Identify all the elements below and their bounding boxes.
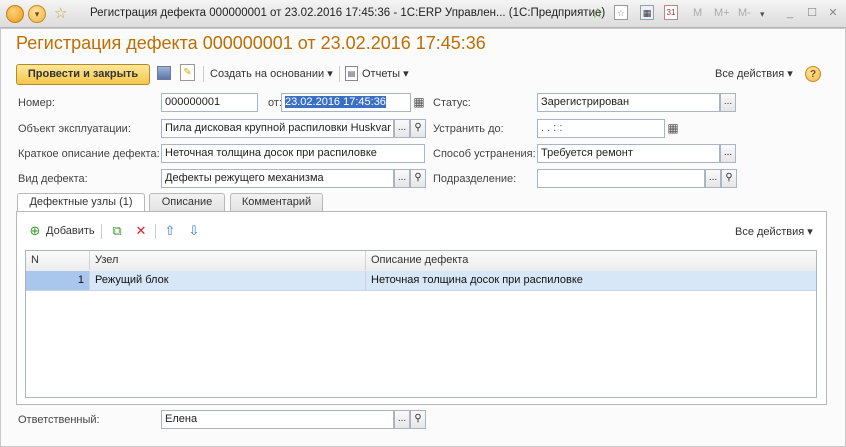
row-description-cell: Неточная толщина досок при распиловке [371, 274, 583, 286]
post-and-close-button[interactable]: Провести и закрыть [16, 64, 150, 85]
create-based-on-menu[interactable]: Создать на основании ▾ [210, 67, 333, 80]
memory-m-button[interactable]: M [693, 7, 702, 19]
move-down-icon[interactable]: ⇩ [186, 223, 202, 239]
object-input[interactable]: Пила дисковая крупной распиловки Huskvar [161, 119, 394, 138]
defect-type-input[interactable]: Дефекты режущего механизма [161, 169, 394, 188]
object-select-button[interactable]: ... [394, 119, 410, 138]
column-header-n[interactable]: N [26, 251, 90, 270]
row-number-cell: 1 [26, 271, 90, 290]
fix-until-label: Устранить до: [433, 123, 504, 135]
date-input[interactable]: 23.02.2016 17:45:36 [281, 93, 411, 112]
window-title: Регистрация дефекта 000000001 от 23.02.2… [90, 7, 606, 19]
post-document-icon[interactable]: ✎ [180, 64, 195, 81]
short-description-input[interactable]: Неточная толщина досок при распиловке [161, 144, 425, 163]
table-all-actions-label: Все действия [735, 226, 805, 238]
reports-icon: ▤ [345, 66, 358, 81]
responsible-select-button[interactable]: ... [394, 410, 410, 429]
minimize-icon[interactable]: _ [783, 6, 797, 20]
row-node-cell: Режущий блок [90, 271, 366, 290]
app-logo-icon[interactable] [6, 5, 24, 23]
calendar-picker-icon[interactable]: ▦ [411, 94, 427, 111]
status-label: Статус: [433, 97, 471, 109]
object-open-icon[interactable]: ⚲ [410, 119, 426, 138]
copy-row-icon[interactable]: ⧉ [109, 223, 125, 239]
reports-menu[interactable]: Отчеты ▾ [362, 67, 409, 80]
defect-type-open-icon[interactable]: ⚲ [410, 169, 426, 188]
main-menu-icon[interactable]: ▾ [28, 5, 46, 23]
date-label: от: [268, 97, 282, 109]
table-header: N Узел Описание дефекта [26, 251, 816, 272]
calendar-icon[interactable]: 31 [664, 5, 678, 20]
defective-nodes-table[interactable]: N Узел Описание дефекта 1 Режущий блок Н… [25, 250, 817, 398]
help-icon[interactable]: ? [805, 66, 821, 82]
method-label: Способ устранения: [433, 148, 536, 160]
add-button[interactable]: Добавить [46, 225, 95, 237]
memory-minus-button[interactable]: M- [738, 7, 751, 19]
responsible-label: Ответственный: [18, 414, 100, 426]
memory-plus-button[interactable]: M+ [714, 7, 730, 19]
column-header-node[interactable]: Узел [90, 251, 366, 270]
maximize-icon[interactable]: ☐ [805, 6, 819, 20]
calculator-icon[interactable]: ▦ [640, 5, 654, 20]
add-icon: ⊕ [29, 223, 41, 238]
responsible-open-icon[interactable]: ⚲ [410, 410, 426, 429]
reports-label: Отчеты [362, 68, 401, 80]
create-based-on-label: Создать на основании [210, 68, 325, 80]
tab-comment[interactable]: Комментарий [230, 193, 323, 212]
toolbar-separator [155, 224, 156, 239]
tab-description[interactable]: Описание [149, 193, 225, 212]
column-header-description[interactable]: Описание дефекта [366, 251, 816, 270]
tab-defective-nodes[interactable]: Дефектные узлы (1) [17, 193, 145, 213]
move-up-icon[interactable]: ⇧ [162, 223, 178, 239]
close-icon[interactable]: ✕ [826, 6, 840, 20]
history-icon[interactable]: ☆ [614, 5, 628, 20]
status-input[interactable]: Зарегистрирован [537, 93, 720, 112]
method-input[interactable]: Требуется ремонт [537, 144, 720, 163]
method-select-button[interactable]: ... [720, 144, 736, 163]
defect-type-select-button[interactable]: ... [394, 169, 410, 188]
responsible-input[interactable]: Елена [161, 410, 394, 429]
toolbar-separator [203, 66, 204, 82]
chevron-down-icon: ▾ [403, 68, 409, 80]
number-label: Номер: [18, 97, 55, 109]
number-input[interactable]: 000000001 [161, 93, 258, 112]
department-select-button[interactable]: ... [705, 169, 721, 188]
all-actions-menu[interactable]: Все действия ▾ [715, 67, 793, 80]
status-select-button[interactable]: ... [720, 93, 736, 112]
page-title: Регистрация дефекта 000000001 от 23.02.2… [16, 33, 486, 53]
date-value: 23.02.2016 17:45:36 [285, 96, 386, 108]
defect-type-label: Вид дефекта: [18, 173, 88, 185]
department-label: Подразделение: [433, 173, 517, 185]
delete-row-icon[interactable]: ✕ [133, 223, 149, 239]
chevron-down-icon: ▾ [787, 68, 793, 80]
titlebar-menu-icon[interactable]: ▾ [760, 9, 765, 20]
favorite-star-icon[interactable]: ☆ [54, 4, 67, 22]
short-description-label: Краткое описание дефекта: [18, 148, 160, 160]
all-actions-label: Все действия [715, 68, 785, 80]
department-open-icon[interactable]: ⚲ [721, 169, 737, 188]
chevron-down-icon: ▾ [807, 226, 813, 238]
chevron-down-icon: ▾ [327, 68, 333, 80]
table-all-actions-menu[interactable]: Все действия ▾ [735, 225, 813, 238]
object-label: Объект эксплуатации: [18, 123, 131, 135]
fix-until-input[interactable]: . . : : [537, 119, 665, 138]
department-input[interactable] [537, 169, 705, 188]
toolbar-separator [339, 66, 340, 82]
add-favorite-icon[interactable]: ☆ [591, 5, 604, 22]
table-row[interactable]: 1 Режущий блок Неточная толщина досок пр… [26, 271, 816, 291]
save-icon[interactable] [157, 66, 171, 80]
toolbar-separator [101, 224, 102, 239]
calendar-picker-icon[interactable]: ▦ [665, 120, 681, 137]
